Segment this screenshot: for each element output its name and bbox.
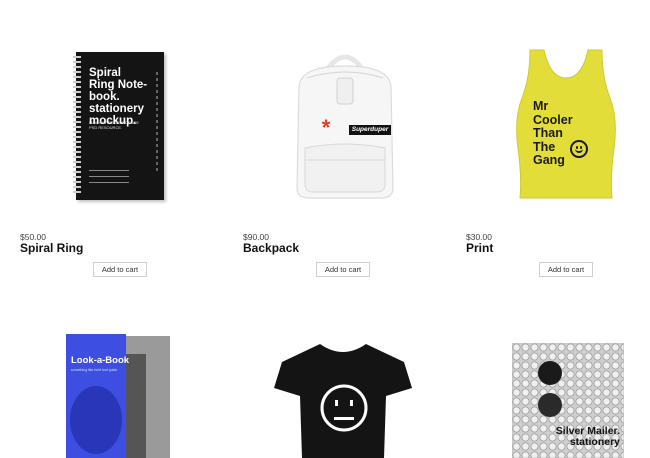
t-shirt-body [274, 344, 412, 458]
book-cover-shape [70, 386, 122, 454]
backpack-pocket [304, 143, 386, 193]
add-to-cart-button[interactable]: Add to cart [93, 262, 147, 277]
notebook-rule [89, 170, 129, 171]
t-shirt-image[interactable] [272, 340, 414, 458]
backpack-zipper-pull [336, 77, 354, 105]
tank-line: Mr [533, 99, 549, 113]
tank-line: Cooler [533, 112, 573, 127]
notebook-spiral [73, 56, 81, 196]
book-cover-subtitle: something like bold font guide [71, 368, 118, 372]
product-name[interactable]: Backpack [243, 241, 443, 255]
mailer-dot [538, 393, 562, 417]
book-slipcase-photo [126, 354, 146, 458]
tank-line: Than [533, 126, 563, 140]
book-cover-title: Look-a-Book [71, 355, 130, 366]
product-grid: Spiral Ring Note-book. stationery mockup… [0, 0, 650, 458]
add-to-cart-button[interactable]: Add to cart [539, 262, 593, 277]
face-mouth [334, 417, 354, 420]
notebook-rule [89, 182, 129, 183]
add-to-cart-button[interactable]: Add to cart [316, 262, 370, 277]
notebook-cover-subtitle: MAIL CORRESPONDENCE PSD RESOURCE. [89, 120, 140, 130]
smiley-icon [570, 140, 588, 158]
product-name[interactable]: Print [466, 241, 650, 255]
mailer-dot [538, 361, 562, 385]
spiral-ring-image[interactable]: Spiral Ring Note-book. stationery mockup… [73, 52, 164, 200]
face-eye [335, 400, 338, 406]
tank-top-print: Mr Cooler Than The Gang [533, 99, 593, 168]
mailer-label: Silver Mailer. stationery [555, 425, 620, 448]
notebook-rule [89, 176, 129, 177]
look-a-book-image[interactable] [62, 332, 174, 458]
asterisk-logo: * [321, 115, 331, 140]
superduper-tag: Superduper [349, 125, 391, 135]
face-eye [350, 400, 353, 406]
product-name[interactable]: Spiral Ring [20, 241, 220, 255]
notebook-cover-title: Spiral Ring Note-book. stationery mockup… [89, 67, 148, 127]
notebook-side-text [156, 72, 158, 172]
